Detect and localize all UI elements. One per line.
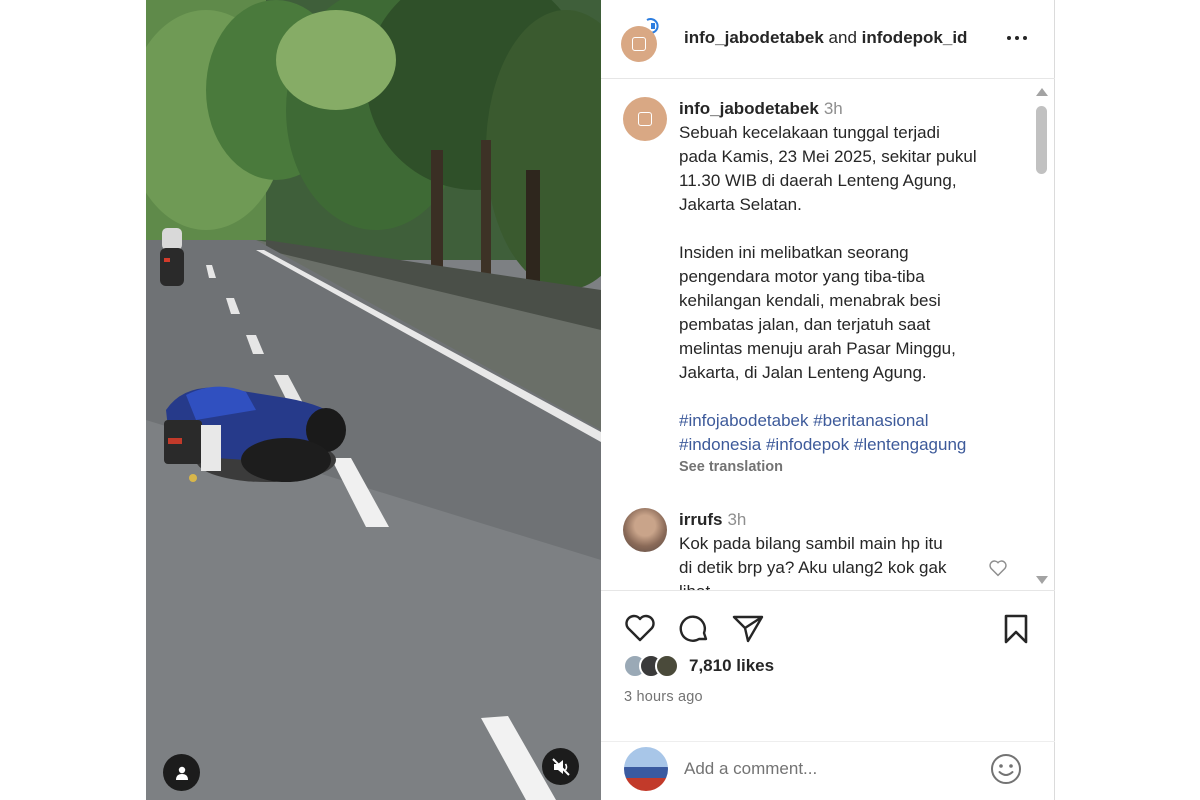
accident-video-frame [146, 0, 601, 800]
liker-avatar[interactable] [655, 654, 679, 678]
likes-row[interactable]: 7,810 likes [623, 654, 774, 678]
scroll-down-arrow[interactable] [1036, 576, 1048, 584]
speaker-muted-icon [551, 757, 570, 776]
add-comment-row [601, 741, 1055, 800]
paper-plane-icon[interactable] [731, 613, 765, 643]
heart-icon[interactable] [623, 613, 657, 643]
comments-scroll-area[interactable]: info_jabodetabek 3h Sebuah kecelakaan tun… [601, 80, 1055, 590]
author-avatar[interactable] [621, 18, 665, 62]
author-username-link[interactable]: info_jabodetabek [684, 28, 824, 47]
author-conjunction: and [828, 28, 857, 47]
caption-paragraph-1: Sebuah kecelakaan tunggal terjadi pada K… [679, 123, 977, 214]
user-tag-icon [175, 766, 188, 780]
caption-username-link[interactable]: info_jabodetabek [679, 99, 819, 118]
see-translation-link[interactable]: See translation [679, 457, 1019, 477]
post-media-video[interactable] [146, 0, 601, 800]
comment-username-link[interactable]: irrufs [679, 510, 722, 529]
bookmark-icon[interactable] [1001, 613, 1031, 645]
post-authors: info_jabodetabek and infodepok_id [684, 28, 967, 48]
comment-text: Kok pada bilang sambil main hp itu di de… [679, 534, 947, 590]
tagged-users-button[interactable] [163, 754, 200, 791]
likes-count[interactable]: 7,810 likes [689, 656, 774, 676]
emoji-icon[interactable] [989, 752, 1023, 786]
comment-icon[interactable] [677, 613, 711, 645]
post-actions: 7,810 likes 3 hours ago [601, 590, 1055, 800]
collaborator-username-link[interactable]: infodepok_id [862, 28, 968, 47]
caption-author-avatar[interactable] [623, 97, 667, 141]
post-timestamp[interactable]: 3 hours ago [624, 689, 703, 705]
scrollbar-thumb[interactable] [1036, 106, 1047, 174]
comments-scrollbar[interactable] [1033, 88, 1049, 584]
commenter-avatar[interactable] [623, 508, 667, 552]
add-comment-input[interactable] [684, 756, 974, 782]
current-user-avatar [624, 747, 668, 791]
more-options-icon[interactable] [1004, 28, 1030, 48]
caption-timestamp[interactable]: 3h [824, 99, 843, 118]
caption-paragraph-2: Insiden ini melibatkan seorang pengendar… [679, 243, 956, 382]
mute-toggle-button[interactable] [542, 748, 579, 785]
post-header: info_jabodetabek and infodepok_id [601, 0, 1055, 79]
post-side-panel: info_jabodetabek and infodepok_id info_j… [601, 0, 1055, 800]
caption-hashtags[interactable]: #infojabodetabek #beritanasional #indone… [679, 409, 1019, 457]
comment-timestamp[interactable]: 3h [727, 510, 746, 529]
comment-like-heart-icon[interactable] [988, 559, 1008, 577]
scroll-up-arrow[interactable] [1036, 88, 1048, 96]
